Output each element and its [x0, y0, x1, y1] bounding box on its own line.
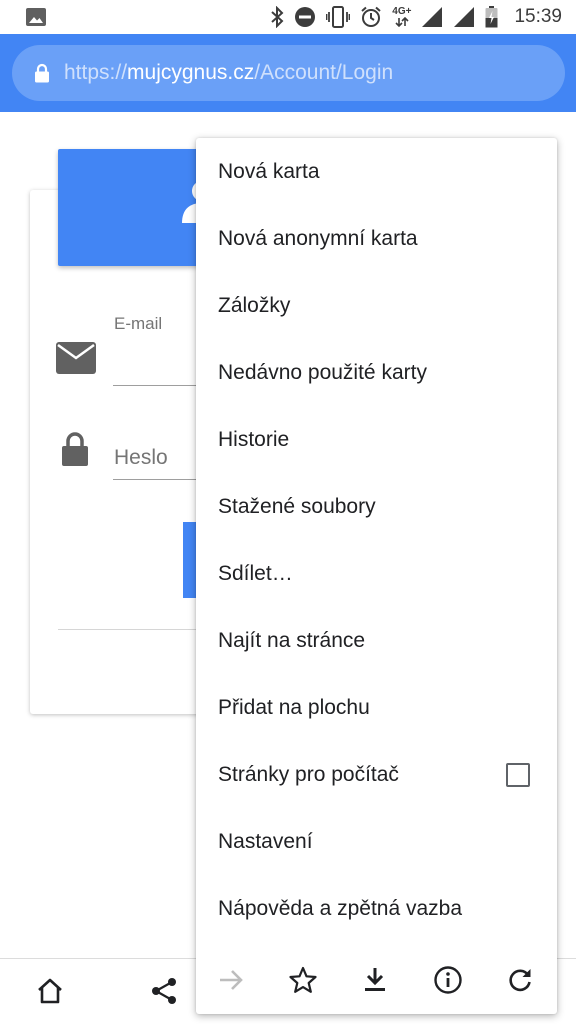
menu-item-label: Nedávno použité karty: [218, 360, 427, 384]
menu-item-label: Sdílet…: [218, 561, 293, 585]
do-not-disturb-icon: [294, 6, 316, 28]
menu-item-add-to-home[interactable]: Přidat na plochu: [196, 674, 557, 741]
envelope-icon: [56, 342, 96, 379]
menu-item-label: Nápověda a zpětná vazba: [218, 896, 463, 920]
share-icon[interactable]: [150, 977, 178, 1010]
url-domain: mujcygnus.cz: [127, 61, 255, 84]
bluetooth-icon: [270, 6, 284, 28]
signal-icon: [421, 6, 443, 28]
lock-icon[interactable]: [34, 63, 50, 83]
menu-item-find-in-page[interactable]: Najít na stránce: [196, 607, 557, 674]
menu-item-help-feedback[interactable]: Nápověda a zpětná vazba: [196, 875, 557, 942]
menu-item-label: Přidat na plochu: [218, 695, 370, 719]
menu-item-bookmarks[interactable]: Záložky: [196, 272, 557, 339]
card-divider: [58, 629, 208, 630]
address-bar[interactable]: https://mujcygnus.cz/Account/Login: [12, 45, 565, 101]
menu-item-label: Historie: [218, 427, 290, 451]
browser-toolbar: https://mujcygnus.cz/Account/Login: [0, 34, 576, 112]
menu-item-label: Nová karta: [218, 159, 320, 183]
menu-item-new-incognito-tab[interactable]: Nová anonymní karta: [196, 205, 557, 272]
menu-item-label: Najít na stránce: [218, 628, 366, 652]
status-bar: 4G+ 15:39: [0, 0, 576, 34]
menu-item-label: Stažené soubory: [218, 494, 376, 518]
menu-item-desktop-site[interactable]: Stránky pro počítač: [196, 741, 557, 808]
clock: 15:39: [514, 6, 562, 27]
password-field-placeholder: Heslo: [114, 446, 168, 469]
menu-item-history[interactable]: Historie: [196, 406, 557, 473]
url-scheme: https://: [64, 61, 128, 84]
menu-item-downloads[interactable]: Stažené soubory: [196, 473, 557, 540]
star-icon[interactable]: [284, 961, 322, 999]
url-path: /Account/Login: [254, 61, 394, 84]
image-icon: [26, 8, 46, 26]
network-4g-icon: 4G+: [392, 7, 411, 27]
menu-item-label: Stránky pro počítač: [218, 762, 399, 786]
desktop-site-checkbox[interactable]: [506, 762, 530, 787]
menu-item-new-tab[interactable]: Nová karta: [196, 138, 557, 205]
menu-item-label: Záložky: [218, 293, 291, 317]
url-text[interactable]: https://mujcygnus.cz/Account/Login: [64, 61, 393, 85]
home-icon[interactable]: [36, 977, 64, 1010]
download-icon[interactable]: [356, 961, 394, 999]
forward-icon[interactable]: [212, 961, 250, 999]
signal-icon: [453, 6, 475, 28]
menu-icon-row: [196, 945, 557, 1014]
menu-item-recent-tabs[interactable]: Nedávno použité karty: [196, 339, 557, 406]
alarm-icon: [360, 6, 382, 28]
email-field-label: E-mail: [114, 314, 163, 333]
menu-item-label: Nová anonymní karta: [218, 226, 418, 250]
menu-item-settings[interactable]: Nastavení: [196, 808, 557, 875]
lock-icon: [62, 432, 88, 471]
overflow-menu: Nová karta Nová anonymní karta Záložky N…: [196, 138, 557, 1014]
info-icon[interactable]: [429, 961, 467, 999]
reload-icon[interactable]: [501, 961, 539, 999]
menu-item-share[interactable]: Sdílet…: [196, 540, 557, 607]
battery-icon: [485, 6, 498, 28]
menu-item-label: Nastavení: [218, 829, 313, 853]
vibrate-icon: [326, 6, 351, 28]
